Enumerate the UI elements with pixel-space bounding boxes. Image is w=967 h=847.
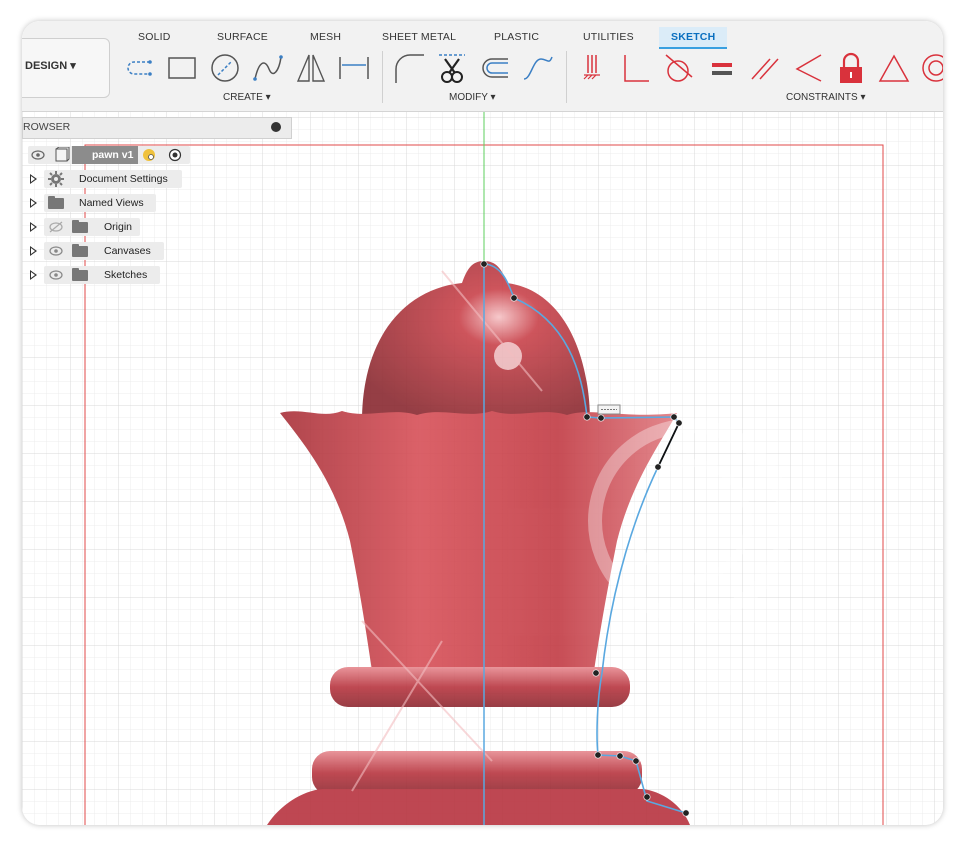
browser-item-label: Named Views [79,197,144,209]
modify-menu[interactable]: MODIFY ▾ [449,92,496,103]
expand-icon[interactable] [30,198,37,208]
browser-item-label: Canvases [104,245,151,257]
slot-icon[interactable] [122,51,156,85]
lock-icon[interactable] [834,51,868,85]
tab-solid[interactable]: SOLID [138,31,171,43]
tangent-icon[interactable] [662,51,696,85]
folder-icon [72,268,88,281]
tab-plastic[interactable]: PLASTIC [494,31,539,43]
tab-sheet-metal[interactable]: SHEET METAL [382,31,456,43]
browser-item-label: Document Settings [79,173,168,185]
eye-hidden-icon[interactable] [48,221,64,233]
spline-icon[interactable] [251,51,285,85]
trim-icon[interactable] [435,51,469,85]
browser-item-named-views[interactable]: Named Views [26,194,186,212]
browser-title: ROWSER [23,121,71,133]
fillet-icon[interactable] [392,51,426,85]
horizontal-constraint-icon[interactable] [597,404,621,415]
tab-utilities[interactable]: UTILITIES [583,31,634,43]
fusion-window: SOLID SURFACE MESH SHEET METAL PLASTIC U… [22,21,943,825]
perpendicular-icon[interactable] [619,51,653,85]
browser-item-sketches[interactable]: Sketches [26,266,186,284]
browser-panel-header[interactable]: ROWSER [22,117,292,139]
expand-icon[interactable] [30,246,37,256]
parallel-icon[interactable] [748,51,782,85]
constraints-menu[interactable]: CONSTRAINTS ▾ [786,92,865,103]
curve-icon[interactable] [521,51,555,85]
folder-icon [48,196,64,209]
expand-icon[interactable] [30,174,37,184]
browser-root-component[interactable]: pawn v1 [28,146,190,164]
ribbon-toolbar: SOLID SURFACE MESH SHEET METAL PLASTIC U… [22,21,943,112]
tab-mesh[interactable]: MESH [310,31,341,43]
mirror-icon[interactable] [294,51,328,85]
offset-icon[interactable] [478,51,512,85]
gear-icon [48,171,64,187]
eye-icon[interactable] [48,269,64,281]
concentric-icon[interactable] [918,51,943,85]
collapse-icon[interactable] [271,122,281,132]
activate-radio-icon[interactable] [168,148,182,162]
fix-icon[interactable] [576,51,610,85]
browser-item-canvases[interactable]: Canvases [26,242,186,260]
eye-icon[interactable] [31,149,45,161]
browser-item-label: Origin [104,221,133,233]
sketch-viewport[interactable] [22,21,943,825]
expand-icon[interactable] [30,222,37,232]
tab-surface[interactable]: SURFACE [217,31,268,43]
browser-item-origin[interactable]: Origin [26,218,186,236]
triangle-icon[interactable] [877,51,911,85]
equal-icon[interactable] [705,51,739,85]
workspace-label: DESIGN ▾ [25,60,76,72]
browser-item-document-settings[interactable]: Document Settings [26,170,186,188]
component-icon [55,147,70,162]
workspace-switcher[interactable]: DESIGN ▾ [22,38,110,98]
folder-icon [72,220,88,233]
expand-icon[interactable] [30,270,37,280]
component-name-highlight: pawn v1 [72,146,138,164]
create-menu[interactable]: CREATE ▾ [223,92,271,103]
browser-item-label: Sketches [104,269,148,281]
circle-icon[interactable] [208,51,242,85]
activate-badge-icon [143,149,155,161]
eye-icon[interactable] [48,245,64,257]
folder-icon [72,244,88,257]
angle-icon[interactable] [791,51,825,85]
dimension-icon[interactable] [337,51,371,85]
component-name: pawn v1 [92,149,134,161]
rectangle-icon[interactable] [165,51,199,85]
tab-sketch[interactable]: SKETCH [659,27,728,49]
